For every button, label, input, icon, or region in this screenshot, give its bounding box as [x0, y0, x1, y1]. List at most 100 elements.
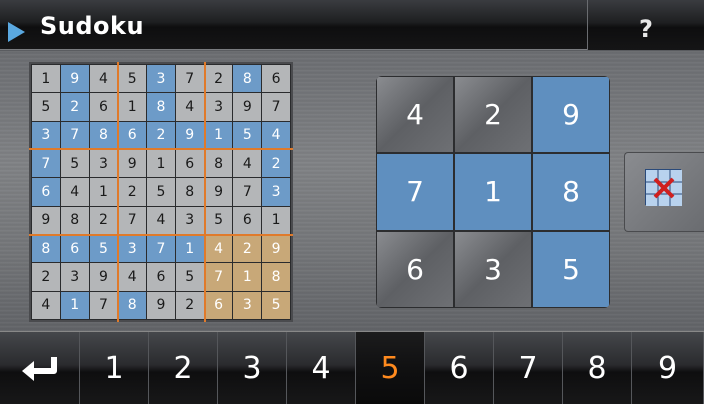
mini-cell[interactable]: 7: [118, 206, 147, 234]
mini-cell[interactable]: 3: [204, 93, 233, 121]
mini-cell[interactable]: 8: [262, 263, 290, 291]
mini-cell[interactable]: 6: [118, 121, 147, 149]
mini-cell[interactable]: 4: [89, 65, 118, 93]
mini-cell[interactable]: 4: [118, 263, 147, 291]
mini-cell[interactable]: 8: [147, 93, 175, 121]
mini-cell[interactable]: 7: [32, 150, 60, 178]
mini-cell[interactable]: 1: [32, 65, 60, 93]
block-cell[interactable]: 9: [533, 77, 609, 153]
mini-cell[interactable]: 5: [175, 263, 204, 291]
mini-cell[interactable]: 7: [262, 93, 290, 121]
mini-cell[interactable]: 7: [147, 235, 175, 263]
mini-cell[interactable]: 4: [147, 206, 175, 234]
mini-cell[interactable]: 5: [204, 206, 233, 234]
mini-cell[interactable]: 7: [175, 65, 204, 93]
sudoku-overview-grid[interactable]: 1945372865261843973786291547539168426412…: [29, 62, 293, 322]
mini-cell[interactable]: 5: [147, 178, 175, 206]
digit-button-4[interactable]: 4: [287, 332, 356, 404]
mini-cell[interactable]: 9: [60, 65, 89, 93]
block-cell[interactable]: 5: [533, 231, 609, 307]
mini-cell[interactable]: 3: [233, 291, 262, 319]
mini-cell[interactable]: 5: [32, 93, 60, 121]
mini-cell[interactable]: 2: [262, 150, 290, 178]
mini-cell[interactable]: 5: [60, 150, 89, 178]
digit-button-5[interactable]: 5: [356, 332, 425, 404]
mini-cell[interactable]: 8: [175, 178, 204, 206]
digit-button-9[interactable]: 9: [632, 332, 704, 404]
mini-cell[interactable]: 5: [118, 65, 147, 93]
mini-cell[interactable]: 2: [60, 93, 89, 121]
digit-button-8[interactable]: 8: [563, 332, 632, 404]
mini-cell[interactable]: 9: [175, 121, 204, 149]
mini-cell[interactable]: 4: [32, 291, 60, 319]
mini-cell[interactable]: 9: [233, 93, 262, 121]
mini-cell[interactable]: 7: [204, 263, 233, 291]
mini-cell[interactable]: 6: [32, 178, 60, 206]
digit-button-2[interactable]: 2: [149, 332, 218, 404]
mini-cell[interactable]: 1: [147, 150, 175, 178]
digit-button-3[interactable]: 3: [218, 332, 287, 404]
mini-cell[interactable]: 2: [147, 121, 175, 149]
block-cell[interactable]: 1: [455, 154, 531, 230]
mini-cell[interactable]: 2: [204, 65, 233, 93]
clear-cell-button[interactable]: [624, 152, 704, 232]
mini-cell[interactable]: 3: [118, 235, 147, 263]
mini-cell[interactable]: 9: [118, 150, 147, 178]
mini-cell[interactable]: 3: [60, 263, 89, 291]
mini-cell[interactable]: 7: [233, 178, 262, 206]
mini-cell[interactable]: 9: [32, 206, 60, 234]
mini-cell[interactable]: 8: [89, 121, 118, 149]
mini-cell[interactable]: 5: [233, 121, 262, 149]
mini-cell[interactable]: 4: [233, 150, 262, 178]
mini-cell[interactable]: 3: [175, 206, 204, 234]
block-cell[interactable]: 6: [377, 231, 453, 307]
mini-cell[interactable]: 8: [233, 65, 262, 93]
mini-cell[interactable]: 5: [89, 235, 118, 263]
digit-button-7[interactable]: 7: [494, 332, 563, 404]
mini-cell[interactable]: 6: [175, 150, 204, 178]
mini-cell[interactable]: 3: [89, 150, 118, 178]
mini-cell[interactable]: 9: [204, 178, 233, 206]
mini-cell[interactable]: 2: [32, 263, 60, 291]
mini-cell[interactable]: 1: [118, 93, 147, 121]
mini-cell[interactable]: 9: [262, 235, 290, 263]
digit-button-1[interactable]: 1: [80, 332, 149, 404]
back-button[interactable]: [0, 332, 80, 404]
mini-cell[interactable]: 4: [204, 235, 233, 263]
mini-cell[interactable]: 9: [89, 263, 118, 291]
mini-cell[interactable]: 2: [175, 291, 204, 319]
mini-cell[interactable]: 3: [147, 65, 175, 93]
mini-cell[interactable]: 4: [175, 93, 204, 121]
mini-cell[interactable]: 4: [262, 121, 290, 149]
digit-button-6[interactable]: 6: [425, 332, 494, 404]
help-button[interactable]: ?: [587, 0, 704, 50]
mini-cell[interactable]: 2: [89, 206, 118, 234]
mini-cell[interactable]: 6: [60, 235, 89, 263]
block-cell[interactable]: 3: [455, 231, 531, 307]
mini-cell[interactable]: 3: [32, 121, 60, 149]
block-cell[interactable]: 7: [377, 154, 453, 230]
mini-cell[interactable]: 1: [233, 263, 262, 291]
mini-cell[interactable]: 1: [60, 291, 89, 319]
mini-cell[interactable]: 1: [175, 235, 204, 263]
mini-cell[interactable]: 6: [233, 206, 262, 234]
mini-cell[interactable]: 6: [147, 263, 175, 291]
mini-cell[interactable]: 6: [89, 93, 118, 121]
mini-cell[interactable]: 2: [233, 235, 262, 263]
mini-cell[interactable]: 9: [147, 291, 175, 319]
block-cell[interactable]: 2: [455, 77, 531, 153]
mini-cell[interactable]: 1: [89, 178, 118, 206]
mini-cell[interactable]: 8: [204, 150, 233, 178]
mini-cell[interactable]: 3: [262, 178, 290, 206]
mini-cell[interactable]: 7: [60, 121, 89, 149]
mini-cell[interactable]: 5: [262, 291, 290, 319]
mini-cell[interactable]: 8: [32, 235, 60, 263]
block-cell[interactable]: 8: [533, 154, 609, 230]
mini-cell[interactable]: 8: [60, 206, 89, 234]
mini-cell[interactable]: 7: [89, 291, 118, 319]
block-cell[interactable]: 4: [377, 77, 453, 153]
mini-cell[interactable]: 1: [204, 121, 233, 149]
mini-cell[interactable]: 2: [118, 178, 147, 206]
mini-cell[interactable]: 6: [204, 291, 233, 319]
mini-cell[interactable]: 4: [60, 178, 89, 206]
